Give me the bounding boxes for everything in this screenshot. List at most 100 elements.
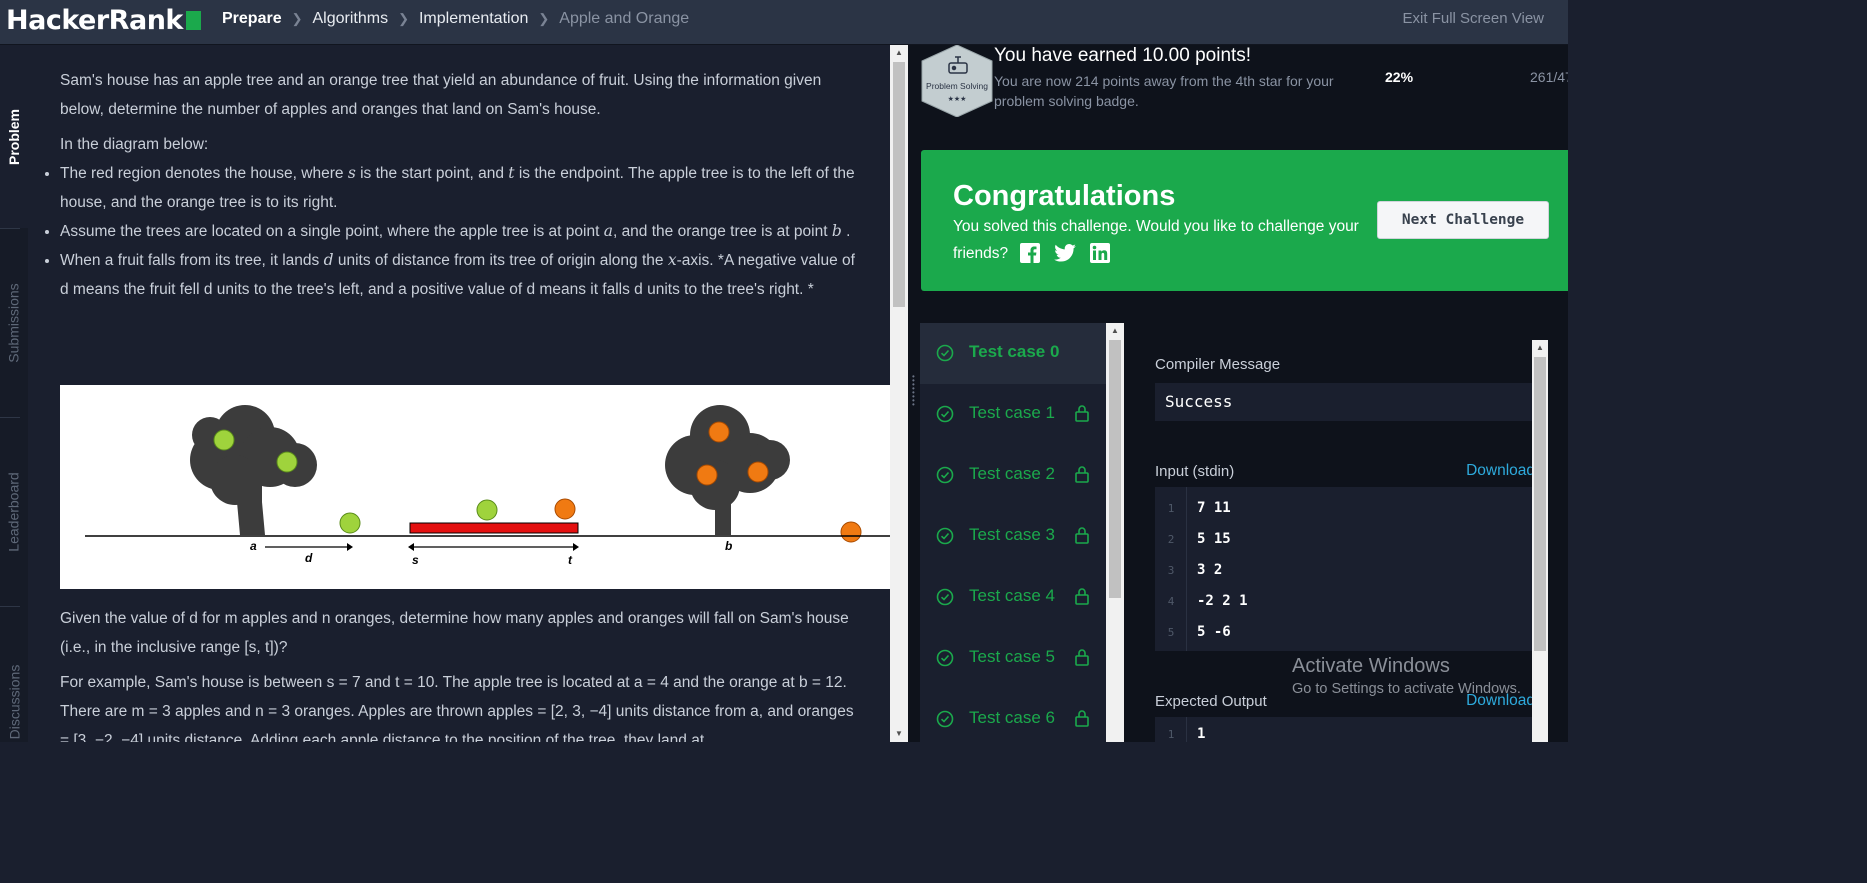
download-input-link[interactable]: Download xyxy=(1466,462,1535,480)
lock-icon xyxy=(1074,709,1090,732)
breadcrumb-implementation[interactable]: Implementation xyxy=(419,10,528,28)
breadcrumb-prepare[interactable]: Prepare xyxy=(222,10,282,28)
test-case-item[interactable]: Test case 3 xyxy=(920,506,1106,567)
output-scrollbar[interactable]: ▲ xyxy=(1532,340,1548,742)
side-tabs: Problem Submissions Leaderboard Discussi… xyxy=(0,45,28,742)
input-title: Input (stdin) xyxy=(1155,463,1235,480)
code-line: 5 -6 xyxy=(1197,624,1231,640)
diagram-heading: In the diagram below: xyxy=(60,136,209,153)
rules-list: The red region denotes the house, where … xyxy=(60,159,860,304)
lock-icon xyxy=(1074,404,1090,427)
compiler-message: Success xyxy=(1155,383,1535,421)
check-circle-icon xyxy=(936,588,954,611)
expected-output-title: Expected Output xyxy=(1155,693,1267,710)
points-away-text: You are now 214 points away from the 4th… xyxy=(994,73,1334,109)
test-case-item[interactable]: Test case 1 xyxy=(920,384,1106,445)
check-circle-icon xyxy=(936,466,954,489)
scroll-thumb[interactable] xyxy=(1534,357,1546,651)
input-code: 1 7 11 2 5 15 3 3 2 4 -2 2 1 5 5 -6 xyxy=(1155,487,1535,651)
progress-percent: 22% xyxy=(1385,69,1414,85)
expected-output-code: 1 1 xyxy=(1155,717,1535,742)
scroll-up-icon[interactable]: ▲ xyxy=(890,48,908,57)
scroll-thumb[interactable] xyxy=(893,62,905,307)
test-case-item[interactable]: Test case 5 xyxy=(920,628,1106,689)
scroll-up-icon[interactable]: ▲ xyxy=(1106,326,1124,335)
congratulations-title: Congratulations xyxy=(953,180,1176,212)
tab-leaderboard[interactable]: Leaderboard xyxy=(0,418,28,606)
twitter-icon[interactable] xyxy=(1054,243,1077,263)
exit-full-screen-link[interactable]: Exit Full Screen View xyxy=(1403,10,1544,27)
test-case-list: Test case 0 Test case 1 Test case 2 Test… xyxy=(920,323,1106,742)
breadcrumb-algorithms[interactable]: Algorithms xyxy=(313,10,389,28)
test-case-label: Test case 5 xyxy=(969,647,1055,666)
code-line: -2 2 1 xyxy=(1197,593,1248,609)
check-circle-icon xyxy=(936,649,954,672)
lock-icon xyxy=(1074,465,1090,488)
chevron-right-icon: ❯ xyxy=(291,11,303,26)
linkedin-icon[interactable] xyxy=(1090,243,1111,263)
breadcrumb: Prepare ❯ Algorithms ❯ Implementation ❯ … xyxy=(222,10,689,28)
check-circle-icon xyxy=(936,344,954,367)
test-case-item[interactable]: Test case 0 xyxy=(920,323,1106,384)
watermark-subtitle: Go to Settings to activate Windows. xyxy=(1292,681,1521,697)
lock-icon xyxy=(1074,587,1090,610)
label-b: b xyxy=(725,539,732,553)
line-number: 2 xyxy=(1167,533,1175,546)
problem-scrollbar[interactable]: ▲ ▼ xyxy=(890,45,908,742)
problem-intro: Sam's house has an apple tree and an ora… xyxy=(60,72,822,118)
chevron-right-icon: ❯ xyxy=(398,11,409,26)
test-case-label: Test case 2 xyxy=(969,464,1055,483)
apple-tree-icon xyxy=(190,405,317,535)
list-item: Assume the trees are located on a single… xyxy=(60,217,860,246)
list-item: The red region denotes the house, where … xyxy=(60,159,860,217)
congratulations-text: You solved this challenge. Would you lik… xyxy=(953,218,1359,263)
test-case-item[interactable]: Test case 4 xyxy=(920,567,1106,628)
check-circle-icon xyxy=(936,527,954,550)
example-text: For example, Sam's house is between s = … xyxy=(60,674,854,742)
badge-label: Problem Solving xyxy=(926,81,988,91)
progress-fraction: 261/475 xyxy=(1530,69,1568,85)
hackerrank-logo[interactable]: HackerRank xyxy=(6,5,201,36)
problem-statement: Sam's house has an apple tree and an ora… xyxy=(28,45,890,742)
label-t: t xyxy=(568,553,573,567)
scroll-down-icon[interactable]: ▼ xyxy=(890,729,908,738)
chevron-right-icon: ❯ xyxy=(538,11,550,26)
line-number: 1 xyxy=(1167,728,1175,741)
label-d: d xyxy=(305,551,313,565)
tab-problem[interactable]: Problem xyxy=(0,45,28,228)
panel-splitter[interactable]: • • • • • • • • xyxy=(908,45,920,742)
lock-icon xyxy=(1074,526,1090,549)
code-line: 7 11 xyxy=(1197,500,1231,516)
tab-discussions[interactable]: Discussions xyxy=(0,607,28,797)
test-case-scrollbar[interactable]: ▲ xyxy=(1106,323,1124,742)
test-case-label: Test case 0 xyxy=(969,342,1060,361)
label-s: s xyxy=(412,553,419,567)
test-case-label: Test case 3 xyxy=(969,525,1055,544)
test-case-item[interactable]: Test case 6 xyxy=(920,689,1106,742)
code-line: 1 xyxy=(1197,726,1206,742)
next-challenge-button[interactable]: Next Challenge xyxy=(1377,201,1549,239)
line-number: 3 xyxy=(1167,564,1175,577)
apple-orange-diagram: a d s t b xyxy=(60,385,890,589)
facebook-icon[interactable] xyxy=(1020,243,1041,263)
list-item: When a fruit falls from its tree, it lan… xyxy=(60,246,860,304)
code-line: 3 2 xyxy=(1197,562,1223,578)
result-panel: Problem Solving ★★★ You have earned 10.0… xyxy=(920,45,1568,742)
orange-tree-icon xyxy=(665,405,790,535)
line-number: 1 xyxy=(1167,502,1175,515)
line-number: 4 xyxy=(1167,595,1175,608)
house-region xyxy=(409,522,579,534)
congratulations-banner: Congratulations You solved this challeng… xyxy=(921,150,1568,291)
activate-windows-watermark: Activate Windows Go to Settings to activ… xyxy=(1292,655,1521,697)
check-circle-icon xyxy=(936,710,954,733)
test-case-item[interactable]: Test case 2 xyxy=(920,445,1106,506)
test-case-label: Test case 6 xyxy=(969,708,1055,727)
compiler-message-title: Compiler Message xyxy=(1155,356,1281,373)
scroll-thumb[interactable] xyxy=(1109,340,1121,598)
code-line: 5 15 xyxy=(1197,531,1231,547)
scroll-up-icon[interactable]: ▲ xyxy=(1532,343,1548,352)
drag-handle-icon[interactable]: • • • • • • • • xyxy=(912,373,916,409)
label-a: a xyxy=(250,539,257,553)
tab-submissions[interactable]: Submissions xyxy=(0,229,28,417)
check-circle-icon xyxy=(936,405,954,428)
